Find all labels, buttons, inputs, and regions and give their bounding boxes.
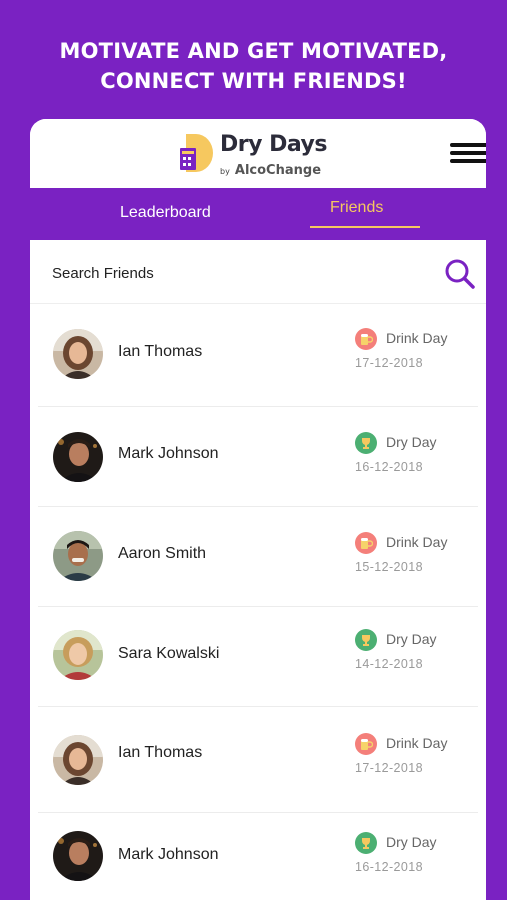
friend-name: Mark Johnson — [118, 445, 219, 462]
friend-name: Sara Kowalski — [118, 645, 220, 662]
dry-days-logo-icon — [180, 134, 213, 172]
friends-list: Ian Thomas Drink Day 17-12-2018 Mark Joh… — [30, 304, 486, 900]
promo-headline-line-1: MOTIVATE AND GET MOTIVATED, — [59, 39, 448, 63]
trophy-icon — [355, 432, 377, 454]
friend-name: Mark Johnson — [118, 846, 219, 863]
status-date: 15-12-2018 — [355, 560, 423, 574]
status-label: Drink Day — [386, 735, 448, 751]
friend-avatar — [53, 831, 103, 881]
tab-leaderboard-label: Leaderboard — [120, 204, 211, 221]
friend-row[interactable]: Ian Thomas Drink Day 17-12-2018 — [38, 707, 478, 813]
friend-avatar — [53, 531, 103, 581]
friend-row[interactable]: Aaron Smith Drink Day 15-12-2018 — [38, 507, 478, 607]
search-bar — [30, 240, 486, 304]
friend-row[interactable]: Mark Johnson Dry Day 16-12-2018 — [38, 407, 478, 507]
app-logo: Dry Days by AlcoChange — [180, 132, 340, 178]
status-label: Drink Day — [386, 534, 448, 550]
status-label: Dry Day — [386, 631, 437, 647]
logo-brand: AlcoChange — [234, 163, 322, 178]
beer-mug-icon — [355, 532, 377, 554]
beer-mug-icon — [355, 328, 377, 350]
search-icon[interactable] — [444, 258, 476, 290]
status-label: Drink Day — [386, 330, 448, 346]
status-date: 17-12-2018 — [355, 761, 423, 775]
trophy-icon — [355, 832, 377, 854]
logo-subtitle: by AlcoChange — [220, 159, 321, 178]
tab-bar: Leaderboard Friends — [30, 188, 486, 240]
status-date: 17-12-2018 — [355, 356, 423, 370]
friend-name: Aaron Smith — [118, 545, 207, 562]
logo-by: by — [220, 167, 230, 176]
status-label: Dry Day — [386, 434, 437, 450]
app-screen: Dry Days by AlcoChange Leaderboard Frien… — [30, 119, 486, 900]
tab-leaderboard[interactable]: Leaderboard — [30, 188, 302, 240]
tab-friends[interactable]: Friends — [310, 188, 420, 240]
friend-row[interactable]: Mark Johnson Dry Day 16-12-2018 — [38, 813, 478, 900]
friend-avatar — [53, 329, 103, 379]
status-label: Dry Day — [386, 834, 437, 850]
logo-title: Dry Days — [220, 132, 327, 157]
status-date: 16-12-2018 — [355, 460, 423, 474]
friend-row[interactable]: Sara Kowalski Dry Day 14-12-2018 — [38, 607, 478, 707]
beer-mug-icon — [355, 733, 377, 755]
tab-friends-label: Friends — [330, 199, 384, 216]
friend-avatar — [53, 630, 103, 680]
trophy-icon — [355, 629, 377, 651]
friend-avatar — [53, 432, 103, 482]
promo-headline-line-2: CONNECT WITH FRIENDS! — [100, 69, 407, 93]
active-tab-indicator — [310, 226, 420, 228]
friend-avatar — [53, 735, 103, 785]
status-date: 14-12-2018 — [355, 657, 423, 671]
friend-name: Ian Thomas — [118, 744, 203, 761]
status-date: 16-12-2018 — [355, 860, 423, 874]
hamburger-menu-icon[interactable] — [450, 143, 486, 165]
search-friends-input[interactable] — [52, 260, 432, 286]
promo-headline: MOTIVATE AND GET MOTIVATED, CONNECT WITH… — [0, 36, 507, 96]
friend-name: Ian Thomas — [118, 343, 203, 360]
app-header: Dry Days by AlcoChange — [30, 119, 486, 188]
friend-row[interactable]: Ian Thomas Drink Day 17-12-2018 — [38, 304, 478, 407]
